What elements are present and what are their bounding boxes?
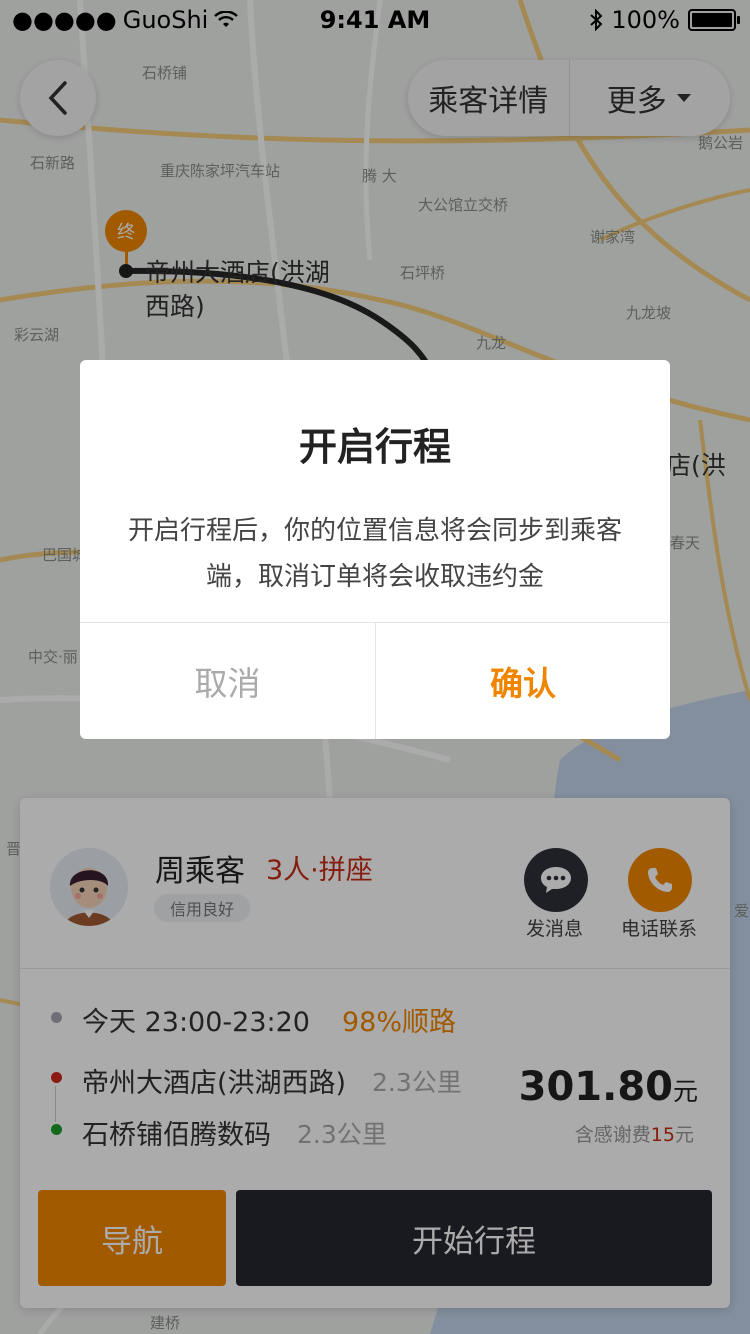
dialog-message: 开启行程后，你的位置信息将会同步到乘客端，取消订单将会收取违约金 [127, 516, 622, 592]
cancel-button[interactable]: 取消 [80, 623, 375, 739]
cancel-label: 取消 [194, 664, 261, 703]
confirm-label: 确认 [490, 664, 556, 703]
confirm-button[interactable]: 确认 [376, 623, 670, 739]
dialog-title: 开启行程 [298, 425, 451, 469]
start-trip-dialog: 开启行程 开启行程后，你的位置信息将会同步到乘客端，取消订单将会收取违约金 取消… [80, 360, 670, 739]
